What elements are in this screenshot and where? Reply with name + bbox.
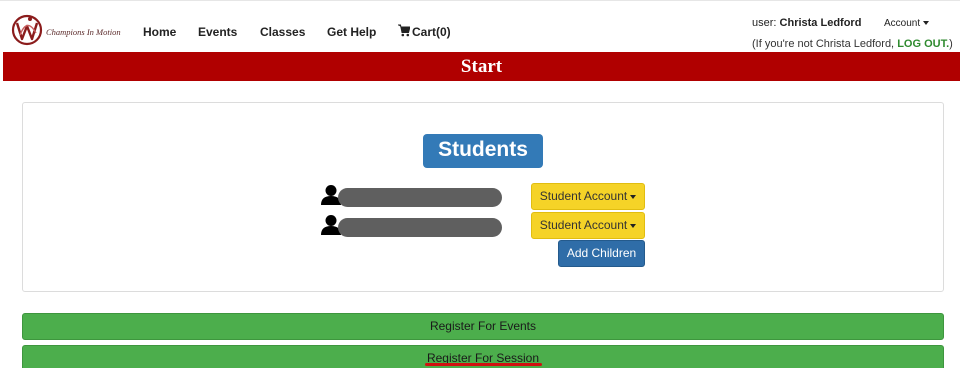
student-account-button[interactable]: Student Account xyxy=(531,183,645,210)
not-user-notice: (If you're not Christa Ledford, LOG OUT.… xyxy=(752,38,953,50)
chevron-down-icon xyxy=(923,21,930,26)
start-banner: Start xyxy=(3,52,960,81)
top-navbar: Champions In Motion Home Events Classes … xyxy=(0,0,960,52)
chevron-down-icon xyxy=(630,223,637,228)
redacted-student-name xyxy=(338,218,502,237)
nav-events[interactable]: Events xyxy=(198,25,237,39)
student-row xyxy=(320,184,510,210)
logout-link[interactable]: LOG OUT. xyxy=(897,38,949,50)
student-row xyxy=(320,214,510,240)
highlight-underline xyxy=(425,363,542,366)
student-account-label: Student Account xyxy=(539,189,628,203)
account-label: Account xyxy=(884,18,921,29)
logo-text: Champions In Motion xyxy=(46,27,121,37)
student-account-button[interactable]: Student Account xyxy=(531,212,645,239)
nav-home[interactable]: Home xyxy=(143,25,176,39)
student-account-label: Student Account xyxy=(539,218,628,232)
cart-icon[interactable] xyxy=(398,24,410,37)
nav-classes[interactable]: Classes xyxy=(260,25,305,39)
students-heading: Students xyxy=(423,134,543,168)
page-title: Start xyxy=(460,56,503,77)
nav-get-help[interactable]: Get Help xyxy=(327,25,376,39)
redacted-student-name xyxy=(338,188,502,207)
register-for-events-button[interactable]: Register For Events xyxy=(22,313,944,340)
not-user-suffix: ) xyxy=(949,38,953,50)
current-user: user: Christa Ledford xyxy=(752,17,861,29)
account-dropdown[interactable]: Account xyxy=(884,18,930,29)
add-children-button[interactable]: Add Children xyxy=(558,240,645,267)
nav-cart[interactable]: Cart(0) xyxy=(412,25,451,39)
chevron-down-icon xyxy=(630,194,637,199)
user-name: Christa Ledford xyxy=(779,17,862,29)
not-user-prefix: (If you're not Christa Ledford, xyxy=(752,38,895,50)
user-prefix: user: xyxy=(752,17,777,29)
